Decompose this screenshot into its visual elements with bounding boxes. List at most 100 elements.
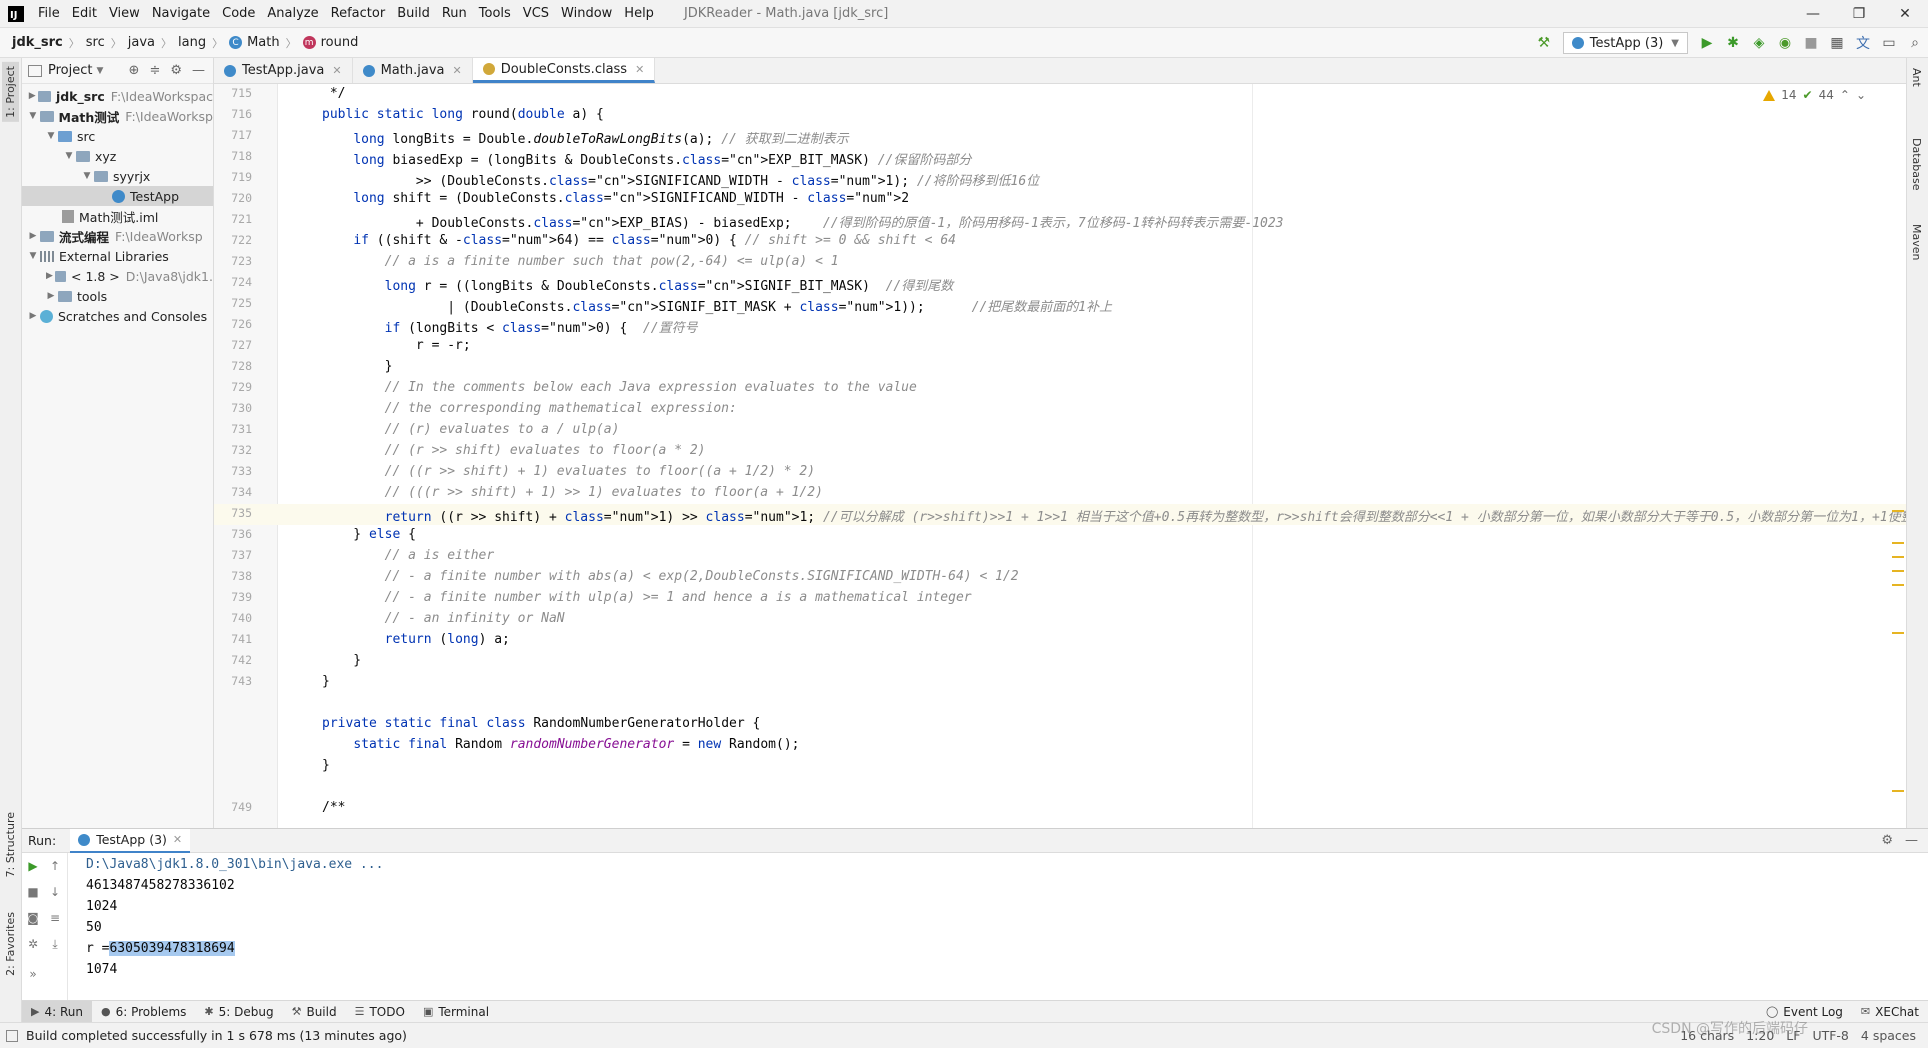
run-tool-button[interactable]: ▶ 4: Run [22,1000,92,1023]
code-line[interactable]: 727 r = -r; [214,336,1906,357]
line-number[interactable]: 724 [214,275,252,289]
code-line[interactable]: 731 // (r) evaluates to a / ulp(a) [214,420,1906,441]
chevron-right-icon[interactable]: ▶ [26,231,40,241]
console-output[interactable]: D:\Java8\jdk1.8.0_301\bin\java.exe ... 4… [86,857,383,983]
menu-analyze[interactable]: Analyze [261,6,324,21]
close-icon[interactable]: ✕ [173,833,182,846]
code-line[interactable]: 737 // a is either [214,546,1906,567]
project-tool-tab[interactable]: 1: Project [2,62,19,122]
code-line[interactable]: static final Random randomNumberGenerato… [214,735,1906,756]
code-line[interactable] [214,693,1906,714]
line-number[interactable]: 723 [214,254,252,268]
tree-item-syyrjx[interactable]: ▼ syyrjx [22,166,213,186]
chevron-down-icon[interactable]: ▼ [96,66,103,76]
project-structure-icon[interactable]: ▦ [1824,30,1850,56]
line-number[interactable]: 726 [214,317,252,331]
close-icon[interactable]: ✕ [635,63,644,76]
tree-item-src[interactable]: ▼ src [22,126,213,146]
code-line[interactable]: 736 } else { [214,525,1906,546]
close-window-button[interactable]: ✕ [1882,0,1928,28]
code-line[interactable]: 738 // - a finite number with abs(a) < e… [214,567,1906,588]
tree-item-iml[interactable]: Math测试.iml [22,206,213,226]
ant-tool-tab[interactable]: Ant [1910,68,1923,87]
code-line[interactable] [214,777,1906,798]
scroll-to-end-icon[interactable]: ⤓ [46,935,64,953]
terminal-tool-button[interactable]: ▣ Terminal [414,1001,498,1023]
hide-icon[interactable]: — [1905,833,1918,848]
menu-file[interactable]: File [32,6,66,21]
code-line[interactable]: 733 // ((r >> shift) + 1) evaluates to f… [214,462,1906,483]
line-number[interactable]: 732 [214,443,252,457]
warning-marker[interactable] [1892,570,1904,572]
warning-marker[interactable] [1892,632,1904,634]
project-panel-title[interactable]: Project [48,63,92,78]
tree-item-math-test[interactable]: ▼ Math测试 F:\IdeaWorksp [22,106,213,126]
status-message[interactable]: Build completed successfully in 1 s 678 … [26,1028,407,1043]
chevron-down-icon[interactable]: ▼ [26,251,40,261]
code-line[interactable]: 720 long shift = (DoubleConsts.class="cn… [214,189,1906,210]
menu-window[interactable]: Window [555,6,618,21]
line-number[interactable]: 731 [214,422,252,436]
breadcrumb-src[interactable]: src [82,35,109,50]
line-number[interactable]: 736 [214,527,252,541]
tab-testapp-java[interactable]: TestApp.java ✕ [214,58,353,83]
line-number[interactable]: 721 [214,212,252,226]
code-line[interactable]: 729 // In the comments below each Java e… [214,378,1906,399]
line-number[interactable]: 715 [214,86,252,100]
tab-math-java[interactable]: Math.java ✕ [353,58,473,83]
status-window-icon[interactable] [6,1029,18,1042]
tree-item-testapp[interactable]: TestApp [22,186,213,206]
tree-item-tools[interactable]: ▶ tools [22,286,213,306]
tree-item-external-libraries[interactable]: ▼ External Libraries [22,246,213,266]
tree-item-stream-programming[interactable]: ▶ 流式编程 F:\IdeaWorksp [22,226,213,246]
arrow-down-icon[interactable]: ↓ [46,883,64,901]
line-number[interactable]: 722 [214,233,252,247]
xechat-button[interactable]: ✉ XEChat [1852,1001,1928,1023]
translate-icon[interactable]: 文 [1850,30,1876,56]
warning-marker[interactable] [1892,542,1904,544]
gear-icon[interactable]: ⚙ [170,63,182,78]
line-number[interactable]: 739 [214,590,252,604]
line-number[interactable]: 718 [214,149,252,163]
structure-tool-tab[interactable]: 7: Structure [2,808,19,881]
favorites-tool-tab[interactable]: 2: Favorites [2,908,19,980]
chevron-down-icon[interactable]: ▼ [26,111,40,121]
line-number[interactable]: 734 [214,485,252,499]
close-icon[interactable]: ✕ [452,64,461,77]
arrow-up-icon[interactable]: ↑ [46,857,64,875]
inspection-widget[interactable]: 14 ✔ 44 ⌃ ⌄ [1763,88,1866,102]
code-line[interactable]: 749 /** [214,798,1906,819]
search-icon[interactable]: ⌕ [1902,30,1928,56]
window-layout-icon[interactable]: ▭ [1876,30,1902,56]
build-hammer-icon[interactable]: ⚒ [1531,30,1557,56]
debug-icon[interactable]: ✱ [1720,30,1746,56]
stop-icon[interactable]: ■ [1798,30,1824,56]
breadcrumb-method[interactable]: m round [299,35,363,50]
warning-marker[interactable] [1892,556,1904,558]
line-number[interactable]: 740 [214,611,252,625]
line-number[interactable]: 725 [214,296,252,310]
code-line[interactable]: 717 long longBits = Double.doubleToRawLo… [214,126,1906,147]
line-number[interactable]: 737 [214,548,252,562]
stop-icon[interactable]: ■ [24,883,42,901]
code-line[interactable]: 728 } [214,357,1906,378]
hide-icon[interactable]: — [192,63,205,78]
debug-tool-button[interactable]: ✱ 5: Debug [195,1001,282,1023]
line-number[interactable]: 716 [214,107,252,121]
warning-marker[interactable] [1892,584,1904,586]
profile-icon[interactable]: ◉ [1772,30,1798,56]
menu-view[interactable]: View [103,6,146,21]
database-tool-tab[interactable]: Database [1910,138,1923,191]
tree-item-scratches[interactable]: ▶ Scratches and Consoles [22,306,213,326]
breadcrumb-class[interactable]: C Math [225,35,284,50]
line-number[interactable]: 749 [214,800,252,814]
coverage-icon[interactable]: ◈ [1746,30,1772,56]
menu-build[interactable]: Build [391,6,436,21]
code-line[interactable]: 722 if ((shift & -class="num">64) == cla… [214,231,1906,252]
soft-wrap-icon[interactable]: ≡ [46,909,64,927]
chevron-right-icon[interactable]: ▶ [44,271,55,281]
code-line[interactable]: 743} [214,672,1906,693]
line-number[interactable]: 741 [214,632,252,646]
maven-tool-tab[interactable]: Maven [1910,224,1923,260]
file-encoding[interactable]: UTF-8 [1812,1028,1848,1043]
